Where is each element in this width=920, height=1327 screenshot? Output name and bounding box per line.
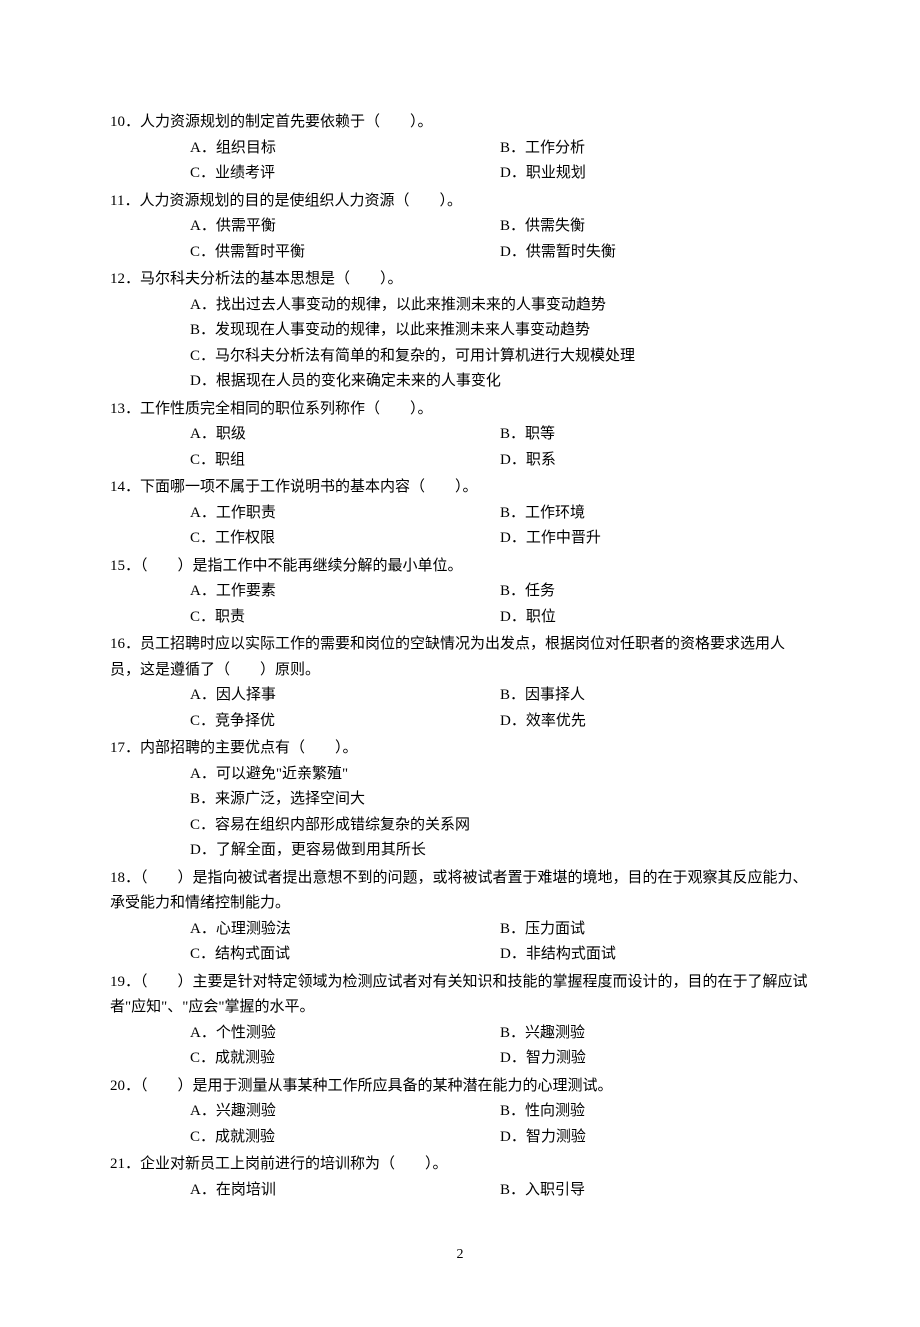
option-b: B．因事择人 — [500, 683, 810, 709]
option-d: D．职业规划 — [500, 161, 810, 187]
question-10: 10．人力资源规划的制定首先要依赖于（ ）。 A．组织目标 B．工作分析 C．业… — [110, 110, 810, 187]
options-list: A．个性测验 B．兴趣测验 C．成就测验 D．智力测验 — [190, 1021, 810, 1072]
option-c: C．业绩考评 — [190, 161, 500, 187]
option-d: D．供需暂时失衡 — [500, 240, 810, 266]
question-16: 16．员工招聘时应以实际工作的需要和岗位的空缺情况为出发点，根据岗位对任职者的资… — [110, 632, 810, 734]
options-list: A．工作职责 B．工作环境 C．工作权限 D．工作中晋升 — [190, 501, 810, 552]
option-a: A．个性测验 — [190, 1021, 500, 1047]
option-d: D．了解全面，更容易做到用其所长 — [190, 838, 820, 864]
question-18: 18．（ ）是指向被试者提出意想不到的问题，或将被试者置于难堪的境地，目的在于观… — [110, 866, 810, 968]
question-text: 12．马尔科夫分析法的基本思想是（ ）。 — [110, 267, 810, 293]
question-text: 21．企业对新员工上岗前进行的培训称为（ ）。 — [110, 1152, 810, 1178]
option-c: C．结构式面试 — [190, 942, 500, 968]
question-text: 19．（ ）主要是针对特定领域为检测应试者对有关知识和技能的掌握程度而设计的，目… — [110, 970, 810, 1021]
option-d: D．非结构式面试 — [500, 942, 810, 968]
option-b: B．供需失衡 — [500, 214, 810, 240]
question-11: 11．人力资源规划的目的是使组织人力资源（ ）。 A．供需平衡 B．供需失衡 C… — [110, 189, 810, 266]
option-c: C．职责 — [190, 605, 500, 631]
question-20: 20．（ ）是用于测量从事某种工作所应具备的某种潜在能力的心理测试。 A．兴趣测… — [110, 1074, 810, 1151]
option-a: A．找出过去人事变动的规律，以此来推测未来的人事变动趋势 — [190, 293, 820, 319]
question-15: 15．（ ）是指工作中不能再继续分解的最小单位。 A．工作要素 B．任务 C．职… — [110, 554, 810, 631]
option-c: C．成就测验 — [190, 1125, 500, 1151]
options-list: A．供需平衡 B．供需失衡 C．供需暂时平衡 D．供需暂时失衡 — [190, 214, 810, 265]
question-17: 17．内部招聘的主要优点有（ ）。 A．可以避免"近亲繁殖" B．来源广泛，选择… — [110, 736, 810, 864]
option-a: A．心理测验法 — [190, 917, 500, 943]
question-text: 16．员工招聘时应以实际工作的需要和岗位的空缺情况为出发点，根据岗位对任职者的资… — [110, 632, 810, 683]
option-c: C．工作权限 — [190, 526, 500, 552]
question-12: 12．马尔科夫分析法的基本思想是（ ）。 A．找出过去人事变动的规律，以此来推测… — [110, 267, 810, 395]
option-c: C．供需暂时平衡 — [190, 240, 500, 266]
option-d: D．职位 — [500, 605, 810, 631]
question-14: 14．下面哪一项不属于工作说明书的基本内容（ ）。 A．工作职责 B．工作环境 … — [110, 475, 810, 552]
options-list: A．因人择事 B．因事择人 C．竞争择优 D．效率优先 — [190, 683, 810, 734]
option-d: D．根据现在人员的变化来确定未来的人事变化 — [190, 369, 820, 395]
question-text: 10．人力资源规划的制定首先要依赖于（ ）。 — [110, 110, 810, 136]
option-a: A．职级 — [190, 422, 500, 448]
option-b: B．来源广泛，选择空间大 — [190, 787, 820, 813]
option-a: A．因人择事 — [190, 683, 500, 709]
question-text: 17．内部招聘的主要优点有（ ）。 — [110, 736, 810, 762]
option-b: B．性向测验 — [500, 1099, 810, 1125]
option-b: B．兴趣测验 — [500, 1021, 810, 1047]
question-text: 20．（ ）是用于测量从事某种工作所应具备的某种潜在能力的心理测试。 — [110, 1074, 810, 1100]
option-d: D．职系 — [500, 448, 810, 474]
page-number: 2 — [110, 1243, 810, 1267]
option-d: D．工作中晋升 — [500, 526, 810, 552]
question-21: 21．企业对新员工上岗前进行的培训称为（ ）。 A．在岗培训 B．入职引导 — [110, 1152, 810, 1203]
option-b: B．工作环境 — [500, 501, 810, 527]
question-text: 14．下面哪一项不属于工作说明书的基本内容（ ）。 — [110, 475, 810, 501]
option-b: B．任务 — [500, 579, 810, 605]
options-list: A．工作要素 B．任务 C．职责 D．职位 — [190, 579, 810, 630]
question-13: 13．工作性质完全相同的职位系列称作（ ）。 A．职级 B．职等 C．职组 D．… — [110, 397, 810, 474]
option-a: A．工作要素 — [190, 579, 500, 605]
option-c: C．马尔科夫分析法有简单的和复杂的，可用计算机进行大规模处理 — [190, 344, 820, 370]
option-a: A．在岗培训 — [190, 1178, 500, 1204]
option-b: B．工作分析 — [500, 136, 810, 162]
option-a: A．兴趣测验 — [190, 1099, 500, 1125]
option-d: D．智力测验 — [500, 1125, 810, 1151]
question-text: 13．工作性质完全相同的职位系列称作（ ）。 — [110, 397, 810, 423]
question-19: 19．（ ）主要是针对特定领域为检测应试者对有关知识和技能的掌握程度而设计的，目… — [110, 970, 810, 1072]
question-text: 11．人力资源规划的目的是使组织人力资源（ ）。 — [110, 189, 810, 215]
option-d: D．智力测验 — [500, 1046, 810, 1072]
option-d: D．效率优先 — [500, 709, 810, 735]
option-c: C．容易在组织内部形成错综复杂的关系网 — [190, 813, 820, 839]
option-c: C．成就测验 — [190, 1046, 500, 1072]
option-b: B．职等 — [500, 422, 810, 448]
options-list: A．找出过去人事变动的规律，以此来推测未来的人事变动趋势 B．发现现在人事变动的… — [190, 293, 810, 395]
options-list: A．职级 B．职等 C．职组 D．职系 — [190, 422, 810, 473]
question-text: 15．（ ）是指工作中不能再继续分解的最小单位。 — [110, 554, 810, 580]
option-a: A．工作职责 — [190, 501, 500, 527]
option-c: C．职组 — [190, 448, 500, 474]
option-c: C．竞争择优 — [190, 709, 500, 735]
options-list: A．兴趣测验 B．性向测验 C．成就测验 D．智力测验 — [190, 1099, 810, 1150]
options-list: A．心理测验法 B．压力面试 C．结构式面试 D．非结构式面试 — [190, 917, 810, 968]
option-b: B．发现现在人事变动的规律，以此来推测未来人事变动趋势 — [190, 318, 820, 344]
option-b: B．压力面试 — [500, 917, 810, 943]
option-a: A．供需平衡 — [190, 214, 500, 240]
options-list: A．在岗培训 B．入职引导 — [190, 1178, 810, 1204]
option-a: A．组织目标 — [190, 136, 500, 162]
options-list: A．组织目标 B．工作分析 C．业绩考评 D．职业规划 — [190, 136, 810, 187]
option-b: B．入职引导 — [500, 1178, 810, 1204]
options-list: A．可以避免"近亲繁殖" B．来源广泛，选择空间大 C．容易在组织内部形成错综复… — [190, 762, 810, 864]
option-a: A．可以避免"近亲繁殖" — [190, 762, 820, 788]
question-text: 18．（ ）是指向被试者提出意想不到的问题，或将被试者置于难堪的境地，目的在于观… — [110, 866, 810, 917]
document-body: 10．人力资源规划的制定首先要依赖于（ ）。 A．组织目标 B．工作分析 C．业… — [110, 110, 810, 1267]
